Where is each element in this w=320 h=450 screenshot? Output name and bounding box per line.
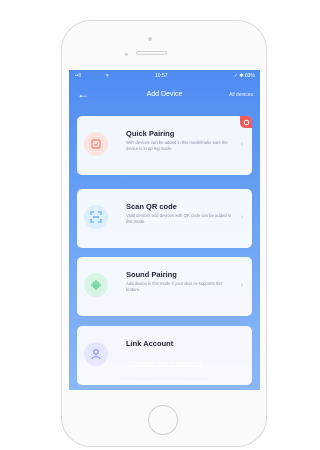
speaker-grille xyxy=(136,51,167,55)
quick-pairing-card[interactable]: Quick Pairing WiFi devices can be added … xyxy=(77,116,252,175)
scan-qr-code-card[interactable]: Scan QR code Valid devices and devices w… xyxy=(77,189,252,248)
wifi-icon: ᯤ xyxy=(105,73,110,79)
status-time: 10:57 xyxy=(155,73,168,79)
card-title: Quick Pairing xyxy=(126,129,175,138)
signal-indicator: ••ll xyxy=(75,73,81,79)
all-devices-link[interactable]: All devices xyxy=(229,92,253,98)
battery-indicator: ✓ ✱ 83% xyxy=(233,73,255,79)
card-description: Add device in this mode if your devi ce … xyxy=(126,281,223,292)
card-description: WiFi devices can be added in this mode/m… xyxy=(126,140,228,151)
compatible-pairing-link[interactable]: Compatible Pairing Model API xyxy=(69,361,260,367)
card-title: Sound Pairing xyxy=(126,270,177,279)
chevron-right-icon: › xyxy=(240,282,243,289)
sensor-dot xyxy=(125,53,128,56)
card-description: Valid devices and devices with QR code c… xyxy=(126,213,232,224)
card-title: Scan QR code xyxy=(126,202,177,211)
card-title: Link Account xyxy=(126,339,174,348)
chevron-right-icon: › xyxy=(240,214,243,221)
app-screen: ••ll ᯤ 10:57 ✓ ✱ 83% ← Add Device All de… xyxy=(69,70,260,390)
sound-pairing-card[interactable]: Sound Pairing Add device in this mode if… xyxy=(77,257,252,316)
sound-wave-icon xyxy=(84,273,108,297)
home-button[interactable] xyxy=(148,405,178,435)
camera-dot xyxy=(148,37,152,41)
navigation-bar: ← Add Device All devices xyxy=(69,83,260,109)
recommended-badge-icon xyxy=(240,116,252,128)
quick-pairing-icon xyxy=(84,132,108,156)
footer-note: Refer to user guide for the correct pair… xyxy=(120,376,209,381)
chevron-right-icon: › xyxy=(240,141,243,148)
qr-scan-icon xyxy=(84,205,108,229)
status-bar: ••ll ᯤ 10:57 ✓ ✱ 83% xyxy=(69,70,260,83)
